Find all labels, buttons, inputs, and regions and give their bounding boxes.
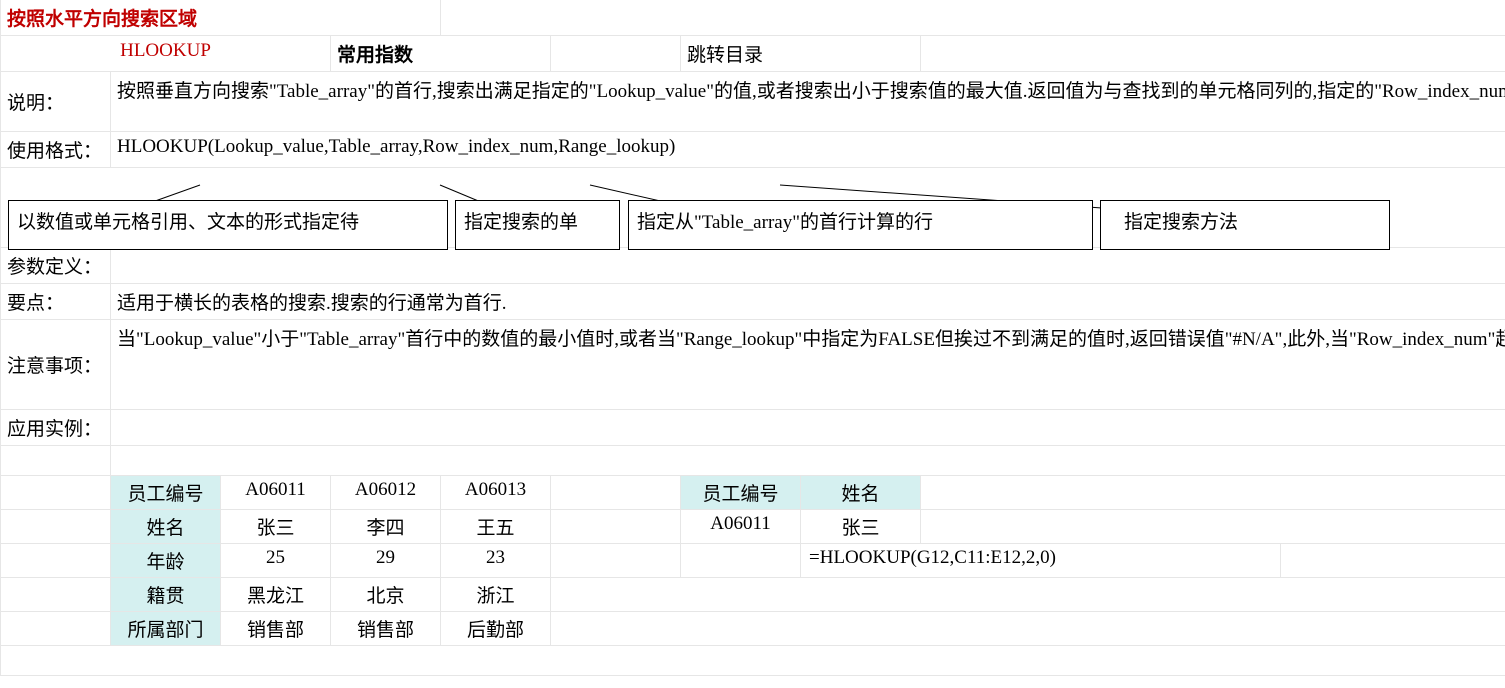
tbl1-c0r4: 销售部 <box>221 612 331 646</box>
frequency-label: 常用指数 <box>331 36 551 72</box>
tbl1-c2r2: 23 <box>441 544 551 578</box>
tbl2-r0c1: 张三 <box>801 510 921 544</box>
tbl1-c0r0: A06011 <box>221 476 331 510</box>
tbl1-c0r2: 25 <box>221 544 331 578</box>
nav-link[interactable]: 跳转目录 <box>681 36 921 72</box>
tbl1-c1r4: 销售部 <box>331 612 441 646</box>
tbl1-c2r4: 后勤部 <box>441 612 551 646</box>
notes-text: 当"Lookup_value"小于"Table_array"首行中的数值的最小值… <box>111 320 1505 410</box>
tbl1-c0r1: 张三 <box>221 510 331 544</box>
description-text: 按照垂直方向搜索"Table_array"的首行,搜索出满足指定的"Lookup… <box>111 72 1505 132</box>
tbl1-c1r2: 29 <box>331 544 441 578</box>
usage-formula: HLOOKUP(Lookup_value,Table_array,Row_ind… <box>111 132 1505 168</box>
tbl1-c1r1: 李四 <box>331 510 441 544</box>
tooltip-lookup-value: 以数值或单元格引用、文本的形式指定待 <box>8 200 448 250</box>
function-name: HLOOKUP <box>1 36 331 72</box>
tbl2-r0c0: A06011 <box>681 510 801 544</box>
tbl1-c2r3: 浙江 <box>441 578 551 612</box>
tbl1-rowhdr-1: 姓名 <box>111 510 221 544</box>
label-points: 要点： <box>1 284 111 320</box>
tbl1-c2r0: A06013 <box>441 476 551 510</box>
tbl1-rowhdr-2: 年龄 <box>111 544 221 578</box>
label-description: 说明： <box>1 72 111 132</box>
tbl2-hdr-0: 员工编号 <box>681 476 801 510</box>
tbl1-c0r3: 黑龙江 <box>221 578 331 612</box>
label-notes: 注意事项： <box>1 320 111 410</box>
points-text: 适用于横长的表格的搜索.搜索的行通常为首行. <box>111 284 1505 320</box>
tbl1-rowhdr-3: 籍贯 <box>111 578 221 612</box>
tooltip-range-lookup: 指定搜索方法 <box>1100 200 1390 250</box>
page-title: 按照水平方向搜索区域 <box>1 0 441 36</box>
lookup-formula: =HLOOKUP(G12,C11:E12,2,0) <box>801 544 1281 578</box>
tbl1-c2r1: 王五 <box>441 510 551 544</box>
tbl1-c1r3: 北京 <box>331 578 441 612</box>
label-example: 应用实例： <box>1 410 111 446</box>
tbl1-rowhdr-0: 员工编号 <box>111 476 221 510</box>
tbl2-hdr-1: 姓名 <box>801 476 921 510</box>
tbl1-c1r0: A06012 <box>331 476 441 510</box>
label-usage: 使用格式： <box>1 132 111 168</box>
tooltip-table-array: 指定搜索的单 <box>455 200 620 250</box>
tooltip-row-index: 指定从"Table_array"的首行计算的行 <box>628 200 1093 250</box>
tbl1-rowhdr-4: 所属部门 <box>111 612 221 646</box>
